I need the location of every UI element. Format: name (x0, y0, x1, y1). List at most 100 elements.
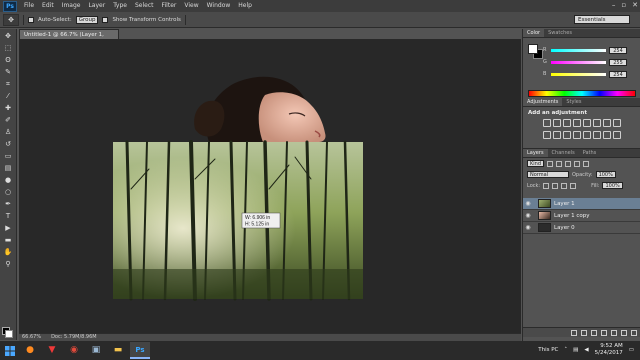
this-pc-label[interactable]: This PC (538, 347, 558, 353)
file-explorer-icon[interactable]: ▬ (108, 342, 128, 359)
workspace-dropdown[interactable]: Essentials (574, 15, 630, 24)
adjustment-filter-icon[interactable] (556, 160, 563, 167)
layer-row[interactable]: ◉ Layer 1 (523, 198, 640, 210)
chrome-icon[interactable]: ◉ (64, 342, 84, 359)
canvas-area[interactable]: W: 6.906 in H: 5.125 in (19, 39, 521, 338)
path-select-tool-icon[interactable]: ▶ (2, 223, 15, 233)
photo-filter-icon[interactable] (543, 131, 551, 139)
gradient-map-icon[interactable] (603, 131, 611, 139)
blur-tool-icon[interactable]: ● (2, 175, 15, 185)
levels-icon[interactable] (553, 119, 561, 127)
quick-select-tool-icon[interactable]: ✎ (2, 67, 15, 77)
exposure-icon[interactable] (573, 119, 581, 127)
shape-tool-icon[interactable]: ▬ (2, 235, 15, 245)
tab-color[interactable]: Color (523, 29, 545, 37)
selective-color-icon[interactable] (613, 131, 621, 139)
clock[interactable]: 9:52 AM 5/24/2017 (595, 343, 623, 357)
brightness-contrast-icon[interactable] (543, 119, 551, 127)
transform-controls-checkbox[interactable] (102, 16, 109, 23)
marquee-tool-icon[interactable]: ⬚ (2, 43, 15, 53)
lock-position-icon[interactable] (561, 182, 568, 189)
tab-styles[interactable]: Styles (562, 98, 585, 106)
tab-layers[interactable]: Layers (523, 149, 548, 157)
new-adjustment-icon[interactable] (601, 329, 607, 336)
healing-brush-tool-icon[interactable]: ✚ (2, 103, 15, 113)
green-value[interactable]: 255 (609, 58, 627, 66)
layer-name[interactable]: Layer 1 (554, 201, 575, 207)
blue-value[interactable]: 254 (609, 70, 627, 78)
menu-select[interactable]: Select (131, 0, 158, 12)
firefox-icon[interactable]: ● (20, 342, 40, 359)
opacity-field[interactable]: 100% (595, 171, 616, 178)
volume-icon[interactable]: ◀ (584, 347, 588, 353)
photoshop-taskbar-icon[interactable]: Ps (130, 342, 150, 359)
move-tool-icon[interactable]: ✥ (2, 31, 15, 41)
green-slider[interactable] (551, 60, 606, 64)
trash-icon[interactable] (631, 329, 637, 336)
hue-saturation-icon[interactable] (593, 119, 601, 127)
brush-tool-icon[interactable]: ✐ (2, 115, 15, 125)
vivaldi-icon[interactable]: ▼ (42, 342, 62, 359)
windows-store-icon[interactable]: ▣ (86, 342, 106, 359)
invert-icon[interactable] (573, 131, 581, 139)
layer-name[interactable]: Layer 0 (554, 225, 575, 231)
lock-all-icon[interactable] (570, 182, 577, 189)
blend-mode-dropdown[interactable]: Normal (527, 171, 569, 178)
color-balance-icon[interactable] (603, 119, 611, 127)
channel-mixer-icon[interactable] (553, 131, 561, 139)
clone-stamp-tool-icon[interactable]: ♙ (2, 127, 15, 137)
document-tab[interactable]: Untitled-1 @ 66.7% (Layer 1, RGB/16) * (19, 29, 119, 48)
zoom-tool-icon[interactable]: ⚲ (2, 259, 15, 269)
notifications-icon[interactable]: ▭ (629, 347, 634, 353)
lock-transparent-icon[interactable] (543, 182, 550, 189)
red-value[interactable]: 254 (609, 46, 627, 54)
posterize-icon[interactable] (583, 131, 591, 139)
auto-select-dropdown[interactable]: Group (75, 15, 99, 24)
type-tool-icon[interactable]: T (2, 211, 15, 221)
layer-name[interactable]: Layer 1 copy (554, 213, 589, 219)
layer-row[interactable]: ◉ Layer 1 copy (523, 210, 640, 222)
menu-view[interactable]: View (180, 0, 202, 12)
menu-window[interactable]: Window (203, 0, 235, 12)
tab-paths[interactable]: Paths (579, 149, 601, 157)
smart-object-filter-icon[interactable] (583, 160, 590, 167)
new-layer-icon[interactable] (621, 329, 627, 336)
vibrance-icon[interactable] (583, 119, 591, 127)
menu-help[interactable]: Help (234, 0, 256, 12)
close-icon[interactable]: ✕ (632, 1, 638, 9)
background-color-swatch[interactable] (5, 330, 13, 338)
layer-style-icon[interactable] (581, 329, 587, 336)
pixel-filter-icon[interactable] (547, 160, 554, 167)
foreground-color-box[interactable] (528, 44, 538, 54)
pen-tool-icon[interactable]: ✒ (2, 199, 15, 209)
menu-layer[interactable]: Layer (84, 0, 109, 12)
dodge-tool-icon[interactable]: ○ (2, 187, 15, 197)
menu-edit[interactable]: Edit (38, 0, 58, 12)
document-canvas[interactable]: W: 6.906 in H: 5.125 in (19, 39, 521, 333)
new-group-icon[interactable] (611, 329, 617, 336)
crop-tool-icon[interactable]: ⌗ (2, 79, 15, 89)
link-layers-icon[interactable] (571, 329, 577, 336)
network-icon[interactable]: ▤ (573, 347, 578, 353)
tab-adjustments[interactable]: Adjustments (523, 98, 563, 106)
tray-expand-icon[interactable]: ˄ (564, 347, 567, 353)
eye-icon[interactable]: ◉ (523, 224, 533, 231)
menu-file[interactable]: File (20, 0, 38, 12)
color-lookup-icon[interactable] (563, 131, 571, 139)
fill-field[interactable]: 100% (602, 182, 623, 189)
menu-image[interactable]: Image (58, 0, 85, 12)
minimize-icon[interactable]: – (612, 1, 616, 9)
tab-channels[interactable]: Channels (548, 149, 579, 157)
eyedropper-tool-icon[interactable]: ⁄ (2, 91, 15, 101)
eye-icon[interactable]: ◉ (523, 212, 533, 219)
layer-kind-filter[interactable]: Kind (527, 160, 545, 167)
lasso-tool-icon[interactable]: ʘ (2, 55, 15, 65)
windows-start-icon[interactable] (0, 341, 20, 360)
eraser-tool-icon[interactable]: ▭ (2, 151, 15, 161)
history-brush-tool-icon[interactable]: ↺ (2, 139, 15, 149)
tab-swatches[interactable]: Swatches (544, 29, 576, 37)
threshold-icon[interactable] (593, 131, 601, 139)
lock-image-icon[interactable] (552, 182, 559, 189)
eye-icon[interactable]: ◉ (523, 200, 533, 207)
layer-row[interactable]: ◉ Layer 0 (523, 222, 640, 234)
